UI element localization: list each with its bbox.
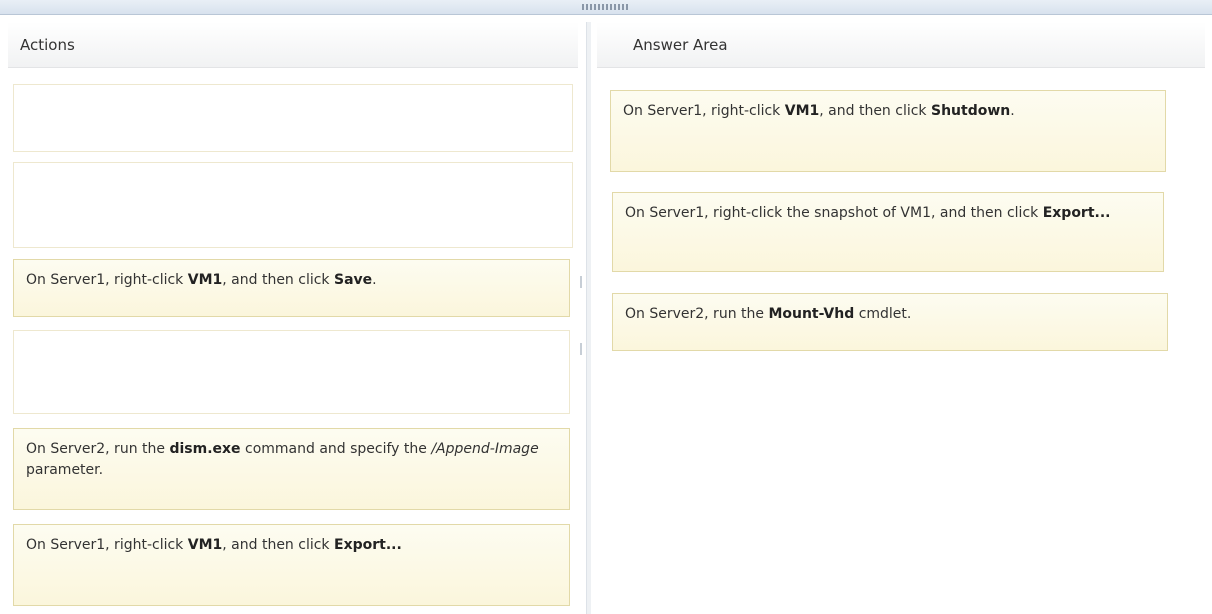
tile-text-segment: On Server1, right-click (26, 272, 188, 288)
tile-text-segment: . (372, 272, 377, 288)
tile-text-segment: command and specify the (240, 441, 432, 457)
action-item-empty[interactable] (13, 330, 570, 414)
panel-splitter[interactable] (586, 22, 591, 614)
answer-area-panel-header: Answer Area (597, 22, 1205, 68)
splitter-handle-icon (580, 343, 582, 355)
tile-text-segment: Mount-Vhd (768, 306, 855, 322)
top-toolbar (0, 0, 1212, 15)
tile-text-segment: /Append-Image (431, 441, 539, 457)
tile-text-segment: VM1 (187, 537, 223, 553)
tile-text-segment: Shutdown (931, 103, 1011, 119)
splitter-handle-icon (580, 276, 582, 288)
tile-text-segment: On Server1, right-click the snapshot of … (625, 205, 1043, 221)
tile-text-segment: VM1 (784, 103, 820, 119)
action-item-empty[interactable] (13, 162, 573, 248)
action-item-dism-append-image[interactable]: On Server2, run the dism.exe command and… (13, 428, 570, 510)
tile-text-segment: , and then click (819, 103, 931, 119)
tile-text-segment: On Server1, right-click (623, 103, 785, 119)
actions-panel-header: Actions (8, 22, 578, 68)
tile-text-segment: On Server1, right-click (26, 537, 188, 553)
tile-text-segment: dism.exe (169, 441, 241, 457)
answer-item-export-snapshot[interactable]: On Server1, right-click the snapshot of … (612, 192, 1164, 272)
tile-text-segment: Export... (334, 537, 402, 553)
tile-text-segment: On Server2, run the (625, 306, 769, 322)
answer-item-shutdown-vm1[interactable]: On Server1, right-click VM1, and then cl… (610, 90, 1166, 172)
tile-text-segment: VM1 (187, 272, 223, 288)
action-item-save-vm1[interactable]: On Server1, right-click VM1, and then cl… (13, 259, 570, 317)
tile-text-segment: Save (334, 272, 373, 288)
tile-text-segment: . (1010, 103, 1015, 119)
tile-text-segment: , and then click (222, 537, 334, 553)
tile-text-segment: On Server2, run the (26, 441, 170, 457)
tile-text-segment: cmdlet. (854, 306, 912, 322)
tile-text-segment: , and then click (222, 272, 334, 288)
action-item-empty[interactable] (13, 84, 573, 152)
resize-grip-icon[interactable] (582, 4, 630, 10)
tile-text-segment: Export... (1042, 205, 1111, 221)
tile-text-segment: parameter. (26, 462, 104, 478)
answer-item-mount-vhd[interactable]: On Server2, run the Mount-Vhd cmdlet. (612, 293, 1168, 351)
action-item-export-vm1[interactable]: On Server1, right-click VM1, and then cl… (13, 524, 570, 606)
